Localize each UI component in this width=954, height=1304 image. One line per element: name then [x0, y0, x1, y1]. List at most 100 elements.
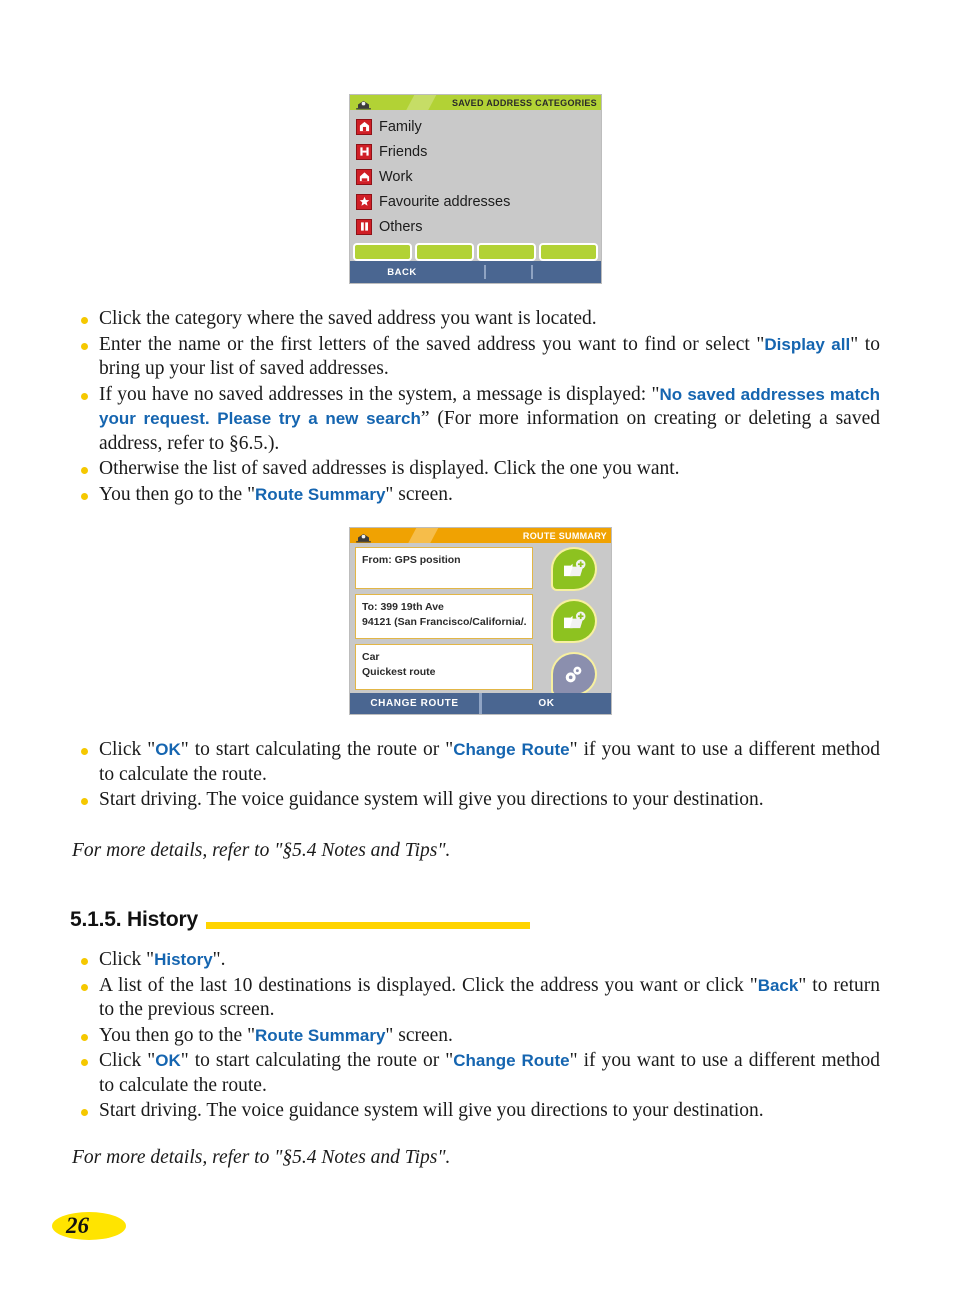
screen-title: ROUTE SUMMARY: [522, 530, 607, 541]
text-segment: Click the category where the saved addre…: [99, 308, 597, 329]
route-summary-screen: ROUTE SUMMARY From: GPS position To: 399…: [349, 527, 612, 715]
back-button[interactable]: BACK: [350, 267, 454, 278]
route-method-field[interactable]: Car Quickest route: [355, 644, 533, 690]
field-line: 94121 (San Francisco/California/...: [362, 616, 526, 628]
bottom-bar-divider-1: [484, 265, 486, 279]
category-row-others[interactable]: Others: [350, 214, 601, 239]
bullet-list: Click "OK" to start calculating the rout…: [72, 738, 880, 813]
list-item: Otherwise the list of saved addresses is…: [72, 457, 880, 482]
list-item: Click "OK" to start calculating the rout…: [72, 1049, 880, 1098]
category-label: Favourite addresses: [379, 193, 511, 210]
category-row-work[interactable]: Work: [350, 164, 601, 189]
friends-house-icon: [356, 143, 372, 160]
category-row-friends[interactable]: Friends: [350, 139, 601, 164]
inline-link-change-route[interactable]: Change Route: [453, 1051, 569, 1070]
field-line: To: 399 19th Ave: [362, 601, 444, 613]
route-summary-body: From: GPS position To: 399 19th Ave 9412…: [350, 543, 611, 696]
note-one: For more details, refer to "§5.4 Notes a…: [72, 840, 451, 861]
text-segment: " to start calculating the route or ": [180, 739, 454, 760]
save-from-icon[interactable]: [551, 547, 597, 591]
home-icon[interactable]: [356, 97, 371, 110]
list-item: Start driving. The voice guidance system…: [72, 788, 880, 813]
inline-link-ok[interactable]: OK: [155, 1051, 181, 1070]
text-segment: Click ": [99, 1050, 156, 1071]
instructions-list-one: Click the category where the saved addre…: [72, 307, 880, 508]
page-number: 26: [66, 1213, 89, 1238]
list-item: Click the category where the saved addre…: [72, 307, 880, 332]
inline-link-history[interactable]: History: [154, 950, 213, 969]
quick-button-4[interactable]: [539, 243, 598, 261]
instructions-list-two: Click "OK" to start calculating the rout…: [72, 738, 880, 814]
quick-button-row: [350, 241, 601, 263]
text-segment: Start driving. The voice guidance system…: [99, 1100, 764, 1121]
list-item: You then go to the "Route Summary" scree…: [72, 1024, 880, 1049]
text-segment: Click ": [99, 949, 155, 970]
star-icon: [356, 193, 372, 210]
text-segment: ".: [212, 949, 226, 970]
heading-rule: [205, 922, 530, 929]
shield-shape: [551, 599, 597, 643]
bullet-list: Click "History". A list of the last 10 d…: [72, 948, 880, 1124]
bullet-list: Click the category where the saved addre…: [72, 307, 880, 507]
category-row-family[interactable]: Family: [350, 114, 601, 139]
page-number-badge: 26: [52, 1212, 126, 1240]
home-icon[interactable]: [356, 530, 371, 543]
text-segment: Start driving. The voice guidance system…: [99, 789, 764, 810]
shield-shape: [551, 652, 597, 696]
route-settings-icon[interactable]: [551, 652, 597, 696]
category-list: Family Friends Work Favourite addresses …: [350, 110, 601, 239]
inline-link-route-summary[interactable]: Route Summary: [255, 485, 385, 504]
category-label: Work: [379, 168, 413, 185]
title-bar-slash-decoration: [405, 528, 441, 543]
text-segment: " screen.: [385, 1024, 453, 1046]
inline-link-route-summary[interactable]: Route Summary: [255, 1026, 385, 1045]
text-segment: " screen.: [385, 483, 453, 505]
screen-title-bar: ROUTE SUMMARY: [350, 528, 611, 543]
quick-button-3[interactable]: [477, 243, 536, 261]
save-to-icon[interactable]: [551, 599, 597, 643]
section-heading-text: 5.1.5. History: [70, 908, 198, 931]
bottom-bar: CHANGE ROUTE OK: [350, 693, 611, 714]
inline-link-ok[interactable]: OK: [155, 740, 181, 759]
from-field[interactable]: From: GPS position: [355, 547, 533, 589]
bottom-bar: BACK: [350, 261, 601, 283]
text-segment: A list of the last 10 destinations is di…: [99, 974, 758, 996]
saved-address-categories-screen: SAVED ADDRESS CATEGORIES Family Friends: [349, 94, 602, 284]
list-item: Enter the name or the first letters of t…: [72, 333, 880, 382]
list-item: Click "History".: [72, 948, 880, 973]
work-building-icon: [356, 168, 372, 185]
category-label: Family: [379, 118, 422, 135]
others-icon: [356, 218, 372, 235]
instructions-list-three: Click "History". A list of the last 10 d…: [72, 948, 880, 1125]
field-line: Quickest route: [362, 666, 436, 678]
inline-link-back[interactable]: Back: [758, 976, 799, 995]
quick-button-2[interactable]: [415, 243, 474, 261]
list-item: A list of the last 10 destinations is di…: [72, 974, 880, 1023]
note-two: For more details, refer to "§5.4 Notes a…: [72, 1147, 451, 1168]
title-bar-slash-decoration: [403, 95, 439, 110]
to-field[interactable]: To: 399 19th Ave 94121 (San Francisco/Ca…: [355, 594, 533, 639]
inline-link-display-all[interactable]: Display all: [764, 335, 850, 354]
text-segment: You then go to the ": [99, 483, 256, 505]
section-heading-history: 5.1.5. History: [70, 908, 530, 932]
ok-button[interactable]: OK: [482, 698, 611, 709]
category-label: Others: [379, 218, 423, 235]
screen-title-bar: SAVED ADDRESS CATEGORIES: [350, 95, 601, 110]
quick-button-1[interactable]: [353, 243, 412, 261]
text-segment: Otherwise the list of saved addresses is…: [99, 458, 680, 479]
list-item: You then go to the "Route Summary" scree…: [72, 483, 880, 508]
list-item: Click "OK" to start calculating the rout…: [72, 738, 880, 787]
inline-link-change-route[interactable]: Change Route: [453, 740, 569, 759]
field-line: From: GPS position: [362, 554, 461, 566]
change-route-button[interactable]: CHANGE ROUTE: [350, 698, 479, 709]
field-line: Car: [362, 651, 380, 663]
text-segment: If you have no saved addresses in the sy…: [99, 383, 660, 405]
text-segment: Click ": [99, 739, 156, 760]
shield-shape: [551, 547, 597, 591]
text-segment: You then go to the ": [99, 1024, 256, 1046]
list-item: If you have no saved addresses in the sy…: [72, 383, 880, 457]
family-house-icon: [356, 118, 372, 135]
category-row-favourite-addresses[interactable]: Favourite addresses: [350, 189, 601, 214]
text-segment: " to start calculating the route or ": [180, 1050, 454, 1071]
text-segment: Enter the name or the first letters of t…: [99, 333, 765, 355]
